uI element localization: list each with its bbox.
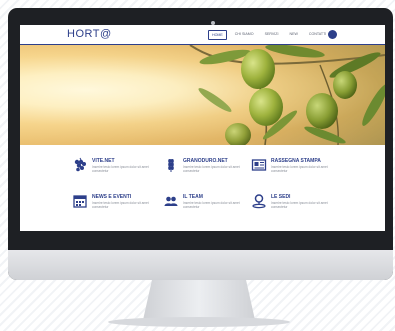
monitor-chin bbox=[8, 250, 393, 280]
hero-image bbox=[20, 45, 385, 145]
service-vite[interactable]: VITE.NET Inserire testo lorem ipsum dolo… bbox=[72, 157, 162, 185]
service-rassegna-stampa[interactable]: RASSEGNA STAMPA Inserire testo lorem ips… bbox=[251, 157, 341, 185]
nav-item-chi-siamo[interactable]: CHI SIAMO bbox=[232, 30, 257, 40]
service-title: VITE.NET bbox=[92, 158, 115, 164]
olive-branch-illustration bbox=[189, 45, 385, 145]
wheat-icon bbox=[168, 159, 174, 172]
nav-item-new[interactable]: NEW bbox=[286, 30, 300, 40]
monitor-screen: HORT@ HOME CHI SIAMO SERVIZI NEW CONTATT… bbox=[20, 25, 385, 231]
service-title: RASSEGNA STAMPA bbox=[271, 158, 321, 164]
nav-item-home[interactable]: HOME bbox=[208, 30, 227, 40]
monitor-stand bbox=[143, 280, 255, 320]
monitor-stand-base bbox=[108, 317, 290, 327]
service-news-eventi[interactable]: NEWS E EVENTI Inserire testo lorem ipsum… bbox=[72, 193, 162, 221]
service-granoduro[interactable]: GRANODURO.NET Inserire testo lorem ipsum… bbox=[163, 157, 253, 185]
service-team[interactable]: IL TEAM Inserire testo lorem ipsum dolor… bbox=[163, 193, 253, 221]
service-description: Inserire testo lorem ipsum dolor sit ame… bbox=[271, 201, 328, 209]
service-description: Inserire testo lorem ipsum dolor sit ame… bbox=[92, 201, 149, 209]
services-section: VITE.NET Inserire testo lorem ipsum dolo… bbox=[20, 145, 385, 231]
service-sedi[interactable]: LE SEDI Inserire testo lorem ipsum dolor… bbox=[251, 193, 341, 221]
newspaper-icon bbox=[251, 159, 267, 171]
nav-item-servizi[interactable]: SERVIZI bbox=[262, 30, 282, 40]
main-nav: HOME CHI SIAMO SERVIZI NEW CONTATTI bbox=[208, 30, 329, 40]
service-title: IL TEAM bbox=[183, 194, 203, 200]
circle-button-icon[interactable] bbox=[328, 30, 337, 39]
service-title: GRANODURO.NET bbox=[183, 158, 228, 164]
location-icon bbox=[252, 194, 266, 209]
nav-item-contatti[interactable]: CONTATTI bbox=[306, 30, 329, 40]
service-title: LE SEDI bbox=[271, 194, 291, 200]
grape-icon bbox=[74, 157, 86, 172]
team-icon bbox=[164, 196, 178, 206]
service-description: Inserire testo lorem ipsum dolor sit ame… bbox=[271, 165, 328, 173]
service-description: Inserire testo lorem ipsum dolor sit ame… bbox=[183, 201, 240, 209]
service-description: Inserire testo lorem ipsum dolor sit ame… bbox=[183, 165, 240, 173]
service-title: NEWS E EVENTI bbox=[92, 194, 132, 200]
service-description: Inserire testo lorem ipsum dolor sit ame… bbox=[92, 165, 149, 173]
site-header: HORT@ HOME CHI SIAMO SERVIZI NEW CONTATT… bbox=[20, 25, 385, 45]
site-logo[interactable]: HORT@ bbox=[67, 28, 112, 40]
calendar-icon bbox=[73, 195, 87, 208]
